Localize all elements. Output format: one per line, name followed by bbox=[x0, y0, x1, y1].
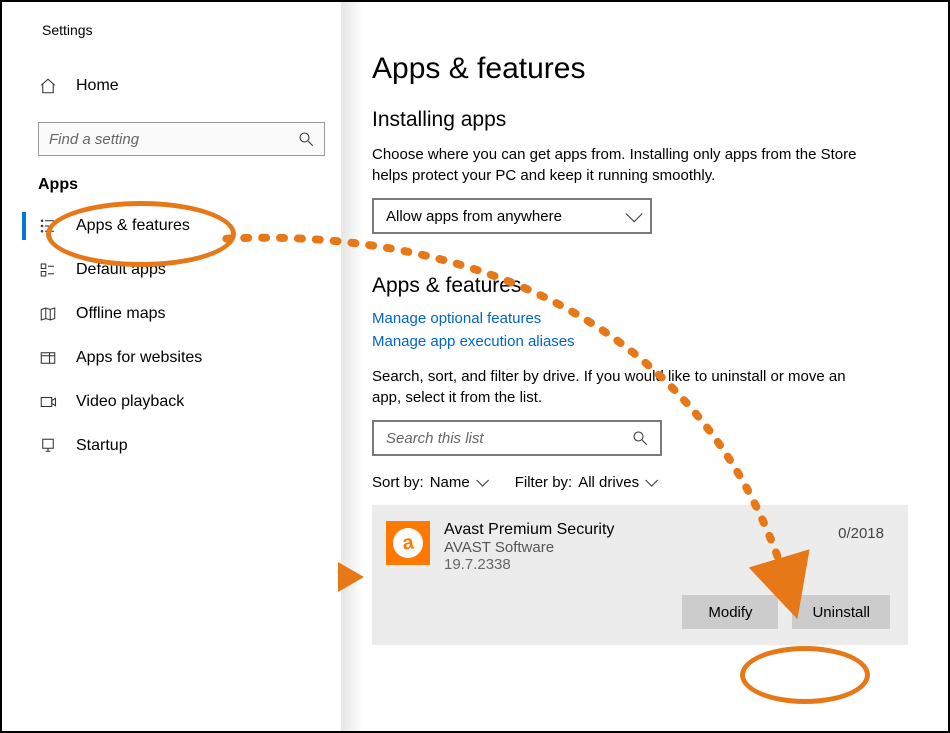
chevron-down-icon bbox=[626, 205, 643, 222]
sidebar: Settings Home Apps Apps & features bbox=[2, 2, 342, 731]
nav-home-label: Home bbox=[76, 77, 119, 95]
main-panel: Apps & features Installing apps Choose w… bbox=[342, 2, 948, 731]
sort-value: Name bbox=[430, 474, 470, 491]
page-title: Apps & features bbox=[372, 52, 908, 86]
search-apps-input[interactable] bbox=[384, 429, 630, 448]
sidebar-item-label: Offline maps bbox=[76, 305, 166, 323]
home-icon bbox=[38, 76, 58, 96]
search-icon bbox=[630, 428, 650, 448]
avast-app-icon: a bbox=[386, 521, 430, 565]
sidebar-item-offline-maps[interactable]: Offline maps bbox=[22, 292, 341, 336]
link-manage-execution-aliases[interactable]: Manage app execution aliases bbox=[372, 333, 908, 350]
app-publisher: AVAST Software bbox=[444, 539, 890, 556]
sort-by-picker[interactable]: Sort by: Name bbox=[372, 474, 485, 491]
search-settings[interactable] bbox=[38, 122, 325, 156]
search-icon bbox=[296, 129, 316, 149]
sidebar-item-label: Apps for websites bbox=[76, 349, 202, 367]
app-install-date: 0/2018 bbox=[838, 525, 884, 542]
filter-value: All drives bbox=[578, 474, 639, 491]
search-settings-input[interactable] bbox=[47, 130, 296, 149]
link-manage-optional-features[interactable]: Manage optional features bbox=[372, 310, 908, 327]
chevron-down-icon bbox=[645, 474, 658, 487]
app-version: 19.7.2338 bbox=[444, 556, 890, 573]
modify-button[interactable]: Modify bbox=[682, 595, 778, 629]
sidebar-section-label: Apps bbox=[22, 176, 341, 204]
map-icon bbox=[38, 304, 58, 324]
filter-label: Filter by: bbox=[515, 474, 573, 491]
install-source-dropdown[interactable]: Allow apps from anywhere bbox=[372, 198, 652, 234]
apps-features-heading: Apps & features bbox=[372, 274, 908, 298]
sidebar-item-default-apps[interactable]: Default apps bbox=[22, 248, 341, 292]
app-list-item-selected[interactable]: a Avast Premium Security AVAST Software … bbox=[372, 505, 908, 645]
sidebar-item-label: Apps & features bbox=[76, 217, 190, 235]
sidebar-item-startup[interactable]: Startup bbox=[22, 424, 341, 468]
sort-label: Sort by: bbox=[372, 474, 424, 491]
sidebar-item-label: Video playback bbox=[76, 393, 184, 411]
window-title: Settings bbox=[22, 2, 341, 68]
startup-icon bbox=[38, 436, 58, 456]
websites-icon bbox=[38, 348, 58, 368]
installing-apps-heading: Installing apps bbox=[372, 108, 908, 132]
installing-apps-desc: Choose where you can get apps from. Inst… bbox=[372, 144, 872, 186]
defaults-icon bbox=[38, 260, 58, 280]
list-icon bbox=[38, 216, 58, 236]
chevron-down-icon bbox=[476, 474, 489, 487]
filter-by-picker[interactable]: Filter by: All drives bbox=[515, 474, 654, 491]
sidebar-item-label: Startup bbox=[76, 437, 128, 455]
sidebar-item-video-playback[interactable]: Video playback bbox=[22, 380, 341, 424]
uninstall-button[interactable]: Uninstall bbox=[792, 595, 890, 629]
nav-home[interactable]: Home bbox=[22, 68, 341, 104]
video-icon bbox=[38, 392, 58, 412]
sidebar-item-apps-websites[interactable]: Apps for websites bbox=[22, 336, 341, 380]
search-desc: Search, sort, and filter by drive. If yo… bbox=[372, 366, 872, 408]
search-apps[interactable] bbox=[372, 420, 662, 456]
app-name: Avast Premium Security bbox=[444, 521, 890, 539]
sidebar-item-label: Default apps bbox=[76, 261, 166, 279]
install-source-value: Allow apps from anywhere bbox=[386, 208, 562, 225]
sidebar-item-apps-features[interactable]: Apps & features bbox=[22, 204, 341, 248]
